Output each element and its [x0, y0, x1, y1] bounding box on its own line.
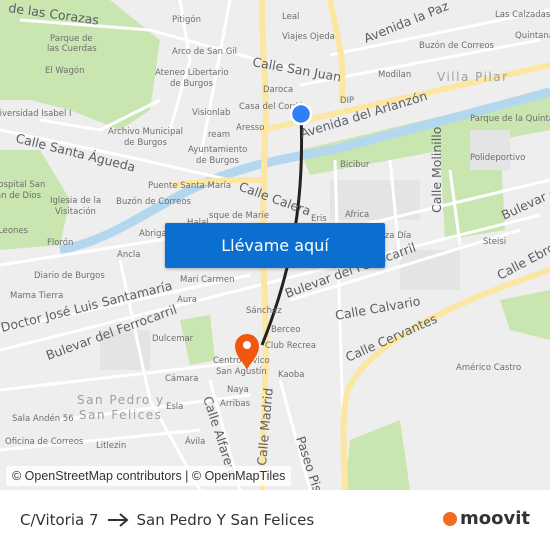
map-label: de Burgos [196, 156, 239, 166]
map-label: Litlezin [96, 441, 126, 451]
map-label: Arco de San Gil [172, 47, 237, 57]
take-me-there-button[interactable]: Llévame aquí [165, 223, 385, 268]
map-label: San Agustín [216, 367, 267, 377]
map-label: Cámara [165, 374, 198, 384]
map-label: Aresso [236, 123, 264, 133]
map-label: sque de Marie [209, 211, 269, 221]
map-label: Ayuntamiento [188, 145, 247, 155]
map-attribution[interactable]: © OpenStreetMap contributors | © OpenMap… [6, 466, 292, 486]
map-label: de Burgos [124, 138, 167, 148]
moovit-logo-text: moovit [460, 508, 530, 529]
map-label: Archivo Municipal [108, 127, 183, 137]
map-label: Leones [0, 226, 29, 236]
map-label: Calle Calvario [334, 293, 421, 323]
moovit-logo: moovit [443, 508, 530, 529]
map-label: Arribas [220, 399, 251, 409]
map-label: Sala Andén 56 [12, 413, 74, 424]
map-label: San Felices [79, 408, 162, 422]
map-label: Modilan [378, 70, 411, 80]
map-label: Iglesia de la [50, 196, 101, 206]
map-label: Abriga [139, 229, 167, 239]
map-label: Polideportivo [470, 153, 525, 163]
map-label: Pitigón [172, 14, 201, 25]
map-label: Daroca [263, 85, 293, 95]
map-label: Mari Carmen [180, 275, 235, 285]
map-label: Buzón de Correos [419, 40, 495, 51]
arrow-right-icon [107, 513, 129, 527]
moovit-logo-icon [443, 511, 457, 526]
map-label: Steisi [483, 237, 506, 247]
map-label: Juan de Dios [0, 191, 42, 201]
map-label: Leal [282, 12, 299, 22]
map-label: Las Calzadas [495, 10, 550, 20]
map-label: Ancla [117, 250, 140, 260]
map-label: Parque de la Quintana [470, 114, 550, 124]
map-label: San Pedro y [77, 393, 165, 407]
route-footer: C/Vitoria 7 San Pedro Y San Felices moov… [0, 490, 550, 550]
origin-marker[interactable] [289, 102, 313, 126]
map-label: Calle Molinillo [429, 127, 444, 213]
map-label: de Burgos [170, 79, 213, 89]
map-label: Puente Santa María [148, 181, 231, 191]
map-label: DIP [340, 96, 354, 106]
map-label: Bicibur [340, 160, 370, 170]
map-label: Buzón de Correos [116, 196, 192, 207]
map-label: Oficina de Correos [5, 437, 84, 447]
map-label: Universidad Isabel I [0, 109, 72, 119]
map-label: Aura [177, 295, 197, 305]
map-label: Visionlab [192, 108, 230, 118]
map-label: ream [208, 130, 230, 140]
map-label: Club Recrea [265, 341, 316, 351]
map-label: Ávila [185, 435, 205, 447]
map-label: Esla [166, 402, 183, 412]
map-label: Villa Pilar [437, 70, 509, 84]
destination-name: San Pedro Y San Felices [136, 511, 315, 529]
map[interactable]: de las Corazas Pitigón Parque de las Cue… [0, 0, 550, 490]
map-label: Berceo [271, 325, 300, 335]
map-label: Florón [47, 237, 73, 248]
map-label: Africa [345, 210, 369, 220]
map-label: Dulcemar [152, 334, 194, 344]
map-label: Viajes Ojeda [282, 32, 335, 42]
blue-dot-icon [289, 102, 313, 126]
map-label: El Wagón [45, 65, 85, 76]
map-label: Diario de Burgos [34, 271, 105, 281]
map-label: Parque de [50, 34, 93, 44]
map-label: Paseo Pisones [293, 434, 334, 490]
map-label: Visitación [55, 206, 96, 217]
pin-dot [243, 341, 251, 349]
map-label: Quintana [515, 31, 550, 41]
map-label: Américo Castro [456, 362, 521, 373]
map-label: Sánchez [246, 306, 282, 316]
map-label: las Cuerdas [47, 44, 97, 54]
map-label: Kaoba [278, 370, 304, 380]
map-label: Hospital San [0, 180, 45, 190]
map-label: Calle Madrid [254, 387, 276, 466]
map-label: Mama Tierra [10, 291, 63, 301]
map-label: Naya [227, 385, 249, 395]
origin-name: C/Vitoria 7 [20, 511, 99, 529]
map-label: Ateneo Libertario [155, 68, 229, 78]
